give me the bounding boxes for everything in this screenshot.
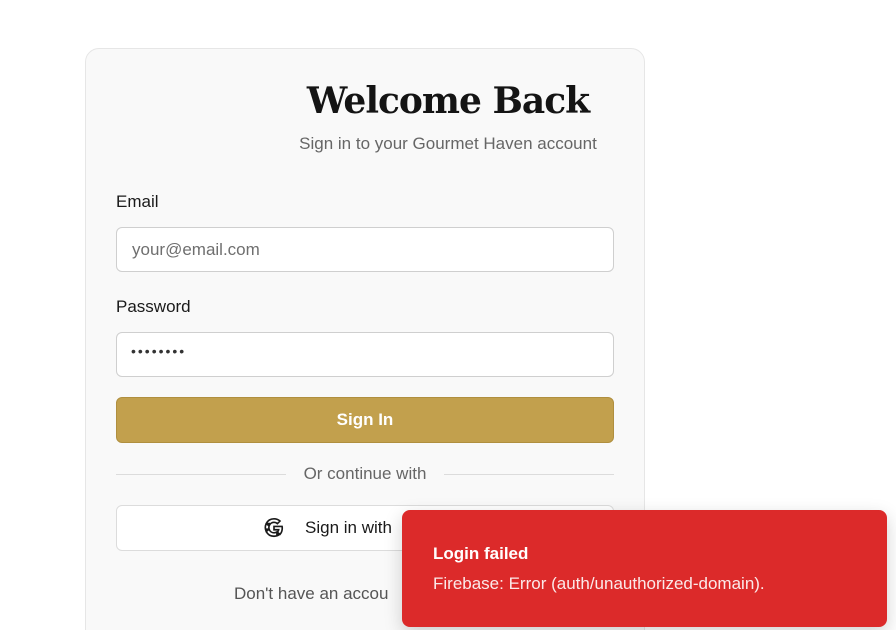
page-subtitle: Sign in to your Gourmet Haven account: [299, 134, 597, 153]
page-title: Welcome Back: [306, 80, 590, 122]
divider-text: Or continue with: [303, 464, 427, 483]
google-button-label: Sign in with: [305, 518, 392, 537]
password-label: Password: [116, 297, 191, 316]
google-g-icon: [264, 518, 284, 538]
email-input[interactable]: [116, 227, 614, 272]
email-label: Email: [116, 192, 159, 211]
password-input[interactable]: [116, 332, 614, 377]
sign-in-button[interactable]: Sign In: [116, 397, 614, 443]
error-toast[interactable]: Login failed Firebase: Error (auth/unaut…: [402, 510, 887, 627]
login-page: Welcome Back Sign in to your Gourmet Hav…: [0, 0, 896, 630]
toast-message: Firebase: Error (auth/unauthorized-domai…: [433, 574, 765, 593]
sign-in-button-label: Sign In: [336, 410, 394, 429]
signup-prompt: Don't have an accou: [234, 584, 389, 603]
toast-title: Login failed: [433, 544, 529, 563]
